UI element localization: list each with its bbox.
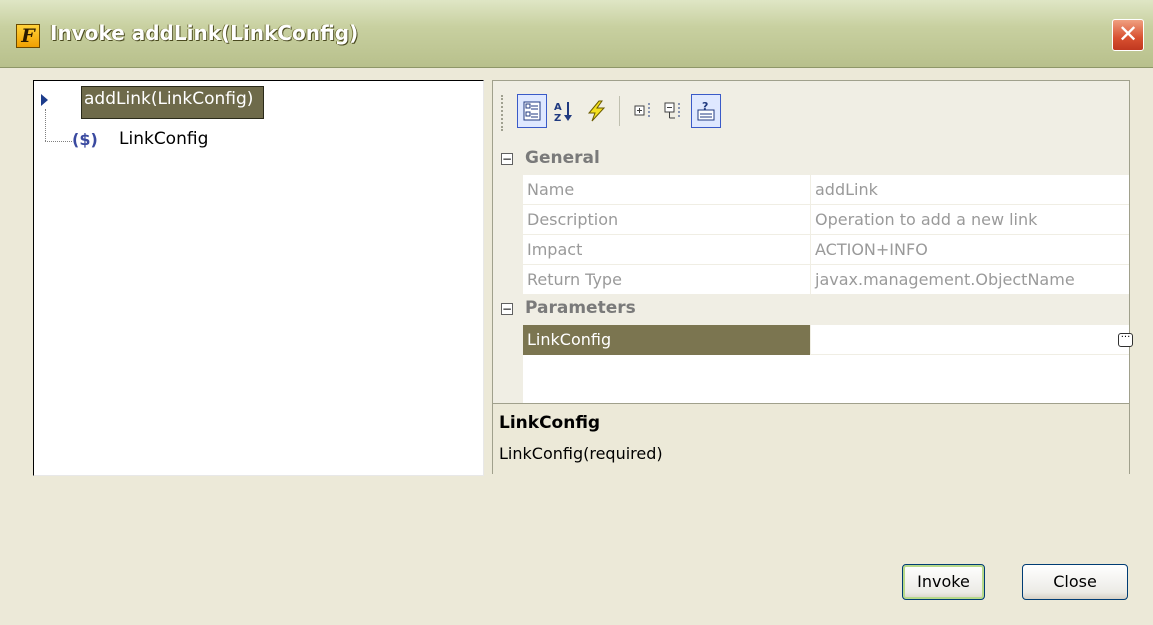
property-value[interactable]: ACTION+INFO bbox=[811, 235, 1129, 265]
linkconfig-value-field[interactable] bbox=[811, 325, 1129, 355]
window-title: Invoke addLink(LinkConfig) bbox=[50, 21, 359, 45]
tree-connector bbox=[45, 109, 46, 141]
category-general[interactable]: − General bbox=[493, 145, 1129, 175]
property-name: Impact bbox=[523, 235, 811, 265]
collapse-icon[interactable]: − bbox=[501, 153, 513, 165]
operation-tree: addLink(LinkConfig) ($) LinkConfig bbox=[33, 80, 484, 476]
property-name: Return Type bbox=[523, 265, 811, 295]
svg-text:?: ? bbox=[702, 100, 708, 113]
category-label: Parameters bbox=[525, 298, 636, 318]
help-description: LinkConfig(required) bbox=[499, 444, 663, 463]
property-name: Description bbox=[523, 205, 811, 235]
toolbar-separator bbox=[619, 96, 620, 126]
property-row-return-type[interactable]: Return Type javax.management.ObjectName bbox=[523, 265, 1129, 295]
tree-node-linkconfig[interactable]: LinkConfig bbox=[119, 129, 208, 149]
parameter-type-icon: ($) bbox=[72, 130, 98, 149]
property-row-linkconfig[interactable]: LinkConfig ··· bbox=[523, 325, 1133, 355]
property-value[interactable]: Operation to add a new link bbox=[811, 205, 1129, 235]
ellipsis-button[interactable]: ··· bbox=[1118, 333, 1133, 347]
close-window-button[interactable]: ✕ bbox=[1112, 19, 1144, 51]
help-title: LinkConfig bbox=[499, 413, 601, 433]
categorized-view-icon[interactable] bbox=[517, 94, 547, 128]
events-lightning-icon[interactable] bbox=[581, 94, 611, 128]
title-bar[interactable]: F Invoke addLink(LinkConfig) ✕ bbox=[0, 0, 1153, 68]
help-pane: LinkConfig LinkConfig(required) bbox=[493, 403, 1129, 474]
property-row-impact[interactable]: Impact ACTION+INFO bbox=[523, 235, 1129, 265]
property-name: LinkConfig bbox=[523, 325, 811, 355]
collapse-all-icon[interactable] bbox=[659, 94, 689, 128]
invoke-button[interactable]: Invoke bbox=[902, 564, 985, 600]
app-icon: F bbox=[16, 24, 40, 48]
property-value[interactable]: javax.management.ObjectName bbox=[811, 265, 1129, 295]
collapse-icon[interactable]: − bbox=[501, 303, 513, 315]
tree-node-root[interactable]: addLink(LinkConfig) bbox=[81, 86, 265, 119]
category-parameters[interactable]: − Parameters bbox=[493, 295, 1129, 325]
alphabetical-sort-icon[interactable]: A Z bbox=[549, 94, 579, 128]
grid-gutter bbox=[493, 325, 523, 403]
invoke-dialog: F Invoke addLink(LinkConfig) ✕ addLink(L… bbox=[0, 0, 1153, 625]
property-name: Name bbox=[523, 175, 811, 205]
expand-arrow-icon[interactable] bbox=[41, 94, 48, 106]
property-row-name[interactable]: Name addLink bbox=[523, 175, 1129, 205]
grid-gutter bbox=[493, 175, 523, 295]
toolbar-grip[interactable] bbox=[501, 95, 506, 131]
property-grid: A Z ? − General Name addLink Description… bbox=[492, 80, 1133, 474]
property-value[interactable]: addLink bbox=[811, 175, 1129, 205]
expand-all-icon[interactable] bbox=[629, 94, 659, 128]
category-label: General bbox=[525, 148, 600, 168]
property-toolbar: A Z ? bbox=[493, 81, 1129, 145]
svg-text:Z: Z bbox=[554, 113, 561, 122]
help-pane-icon[interactable]: ? bbox=[691, 94, 721, 128]
tree-connector bbox=[45, 141, 72, 142]
svg-text:A: A bbox=[554, 102, 562, 113]
property-rows: − General Name addLink Description Opera… bbox=[493, 145, 1133, 403]
property-row-description[interactable]: Description Operation to add a new link bbox=[523, 205, 1129, 235]
close-button[interactable]: Close bbox=[1022, 564, 1128, 600]
